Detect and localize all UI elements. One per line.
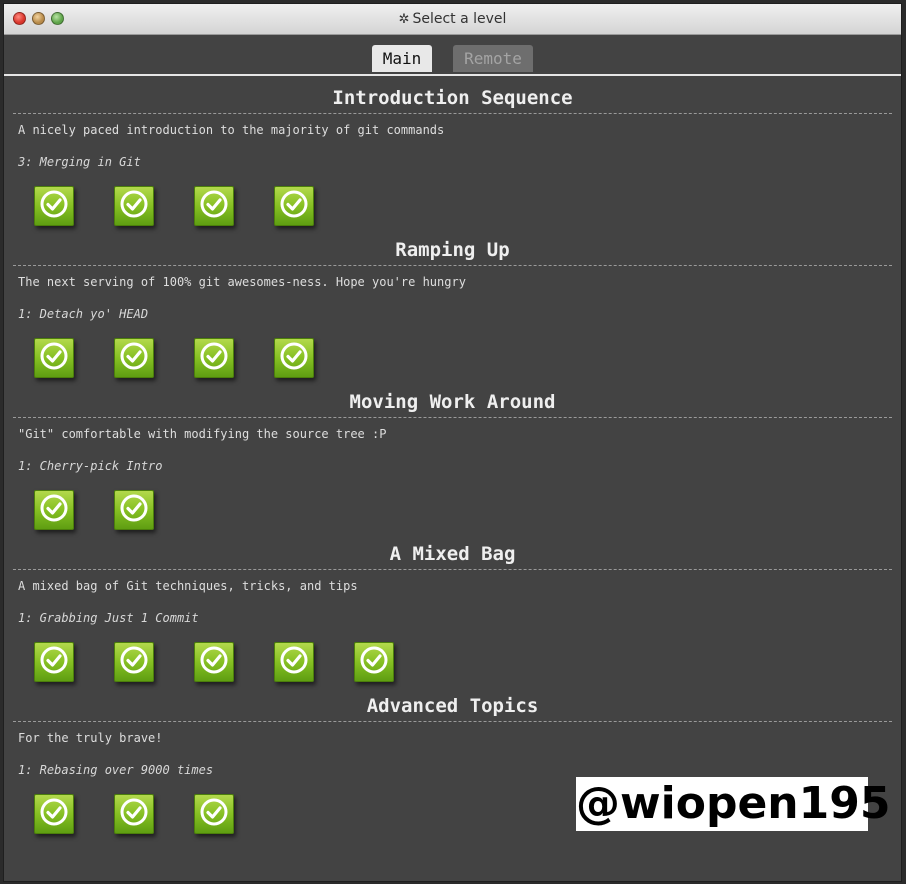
level-button-row [34, 186, 892, 228]
sequence-title: Moving Work Around [13, 380, 892, 418]
sequence-title: A Mixed Bag [13, 532, 892, 570]
checkmark-icon [199, 341, 229, 375]
level-button[interactable] [194, 794, 234, 834]
level-button-row [34, 490, 892, 532]
sequence-description: A nicely paced introduction to the major… [18, 123, 445, 137]
level-button[interactable] [34, 338, 74, 378]
sequence-section: Ramping Up The next serving of 100% git a… [13, 228, 892, 380]
window-title-text: Select a level [412, 11, 507, 27]
checkmark-icon [39, 189, 69, 223]
level-button[interactable] [114, 794, 154, 834]
sequence-title: Introduction Sequence [13, 76, 892, 114]
checkmark-icon [119, 797, 149, 831]
level-button[interactable] [34, 794, 74, 834]
tab-main[interactable]: Main [372, 45, 432, 72]
watermark: @wiopen195 [576, 777, 891, 831]
sequence-list: Introduction Sequence A nicely paced intr… [4, 76, 901, 836]
checkmark-icon [199, 797, 229, 831]
sequence-description: A mixed bag of Git techniques, tricks, a… [18, 579, 358, 593]
level-button[interactable] [114, 338, 154, 378]
checkmark-icon [279, 645, 309, 679]
gear-icon: ✲ [398, 12, 410, 27]
level-button[interactable] [354, 642, 394, 682]
checkmark-icon [39, 493, 69, 527]
checkmark-icon [119, 341, 149, 375]
level-button[interactable] [34, 186, 74, 226]
level-button-row [34, 338, 892, 380]
window-title: ✲ Select a level [4, 11, 901, 27]
level-button[interactable] [34, 490, 74, 530]
level-button-row [34, 642, 892, 684]
current-level-name: 1: Detach yo' HEAD [18, 307, 149, 321]
current-level-name: 3: Merging in Git [18, 155, 141, 169]
level-button[interactable] [274, 186, 314, 226]
sequence-title: Advanced Topics [13, 684, 892, 722]
current-level-name: 1: Cherry-pick Intro [18, 459, 163, 473]
checkmark-icon [119, 189, 149, 223]
level-button[interactable] [194, 338, 234, 378]
level-button[interactable] [274, 338, 314, 378]
checkmark-icon [119, 493, 149, 527]
sequence-section: A Mixed Bag A mixed bag of Git techniques… [13, 532, 892, 684]
sequence-section: Introduction Sequence A nicely paced intr… [13, 76, 892, 228]
checkmark-icon [199, 645, 229, 679]
sequence-section: Moving Work Around "Git" comfortable with… [13, 380, 892, 532]
checkmark-icon [39, 645, 69, 679]
tab-remote[interactable]: Remote [453, 45, 533, 72]
level-select-window: ✲ Select a level Main Remote Introduction… [3, 3, 902, 882]
checkmark-icon [199, 189, 229, 223]
level-button[interactable] [114, 490, 154, 530]
sequence-description: "Git" comfortable with modifying the sou… [18, 427, 387, 441]
checkmark-icon [279, 189, 309, 223]
level-button[interactable] [194, 186, 234, 226]
checkmark-icon [39, 797, 69, 831]
level-button[interactable] [114, 642, 154, 682]
current-level-name: 1: Rebasing over 9000 times [18, 763, 214, 777]
level-button[interactable] [194, 642, 234, 682]
current-level-name: 1: Grabbing Just 1 Commit [18, 611, 199, 625]
sequence-description: For the truly brave! [18, 731, 163, 745]
sequence-title: Ramping Up [13, 228, 892, 266]
level-button[interactable] [274, 642, 314, 682]
checkmark-icon [119, 645, 149, 679]
tab-bar: Main Remote [4, 35, 901, 76]
sequence-description: The next serving of 100% git awesomes-ne… [18, 275, 466, 289]
level-button[interactable] [114, 186, 154, 226]
title-bar: ✲ Select a level [4, 4, 901, 35]
checkmark-icon [359, 645, 389, 679]
checkmark-icon [279, 341, 309, 375]
level-button[interactable] [34, 642, 74, 682]
checkmark-icon [39, 341, 69, 375]
